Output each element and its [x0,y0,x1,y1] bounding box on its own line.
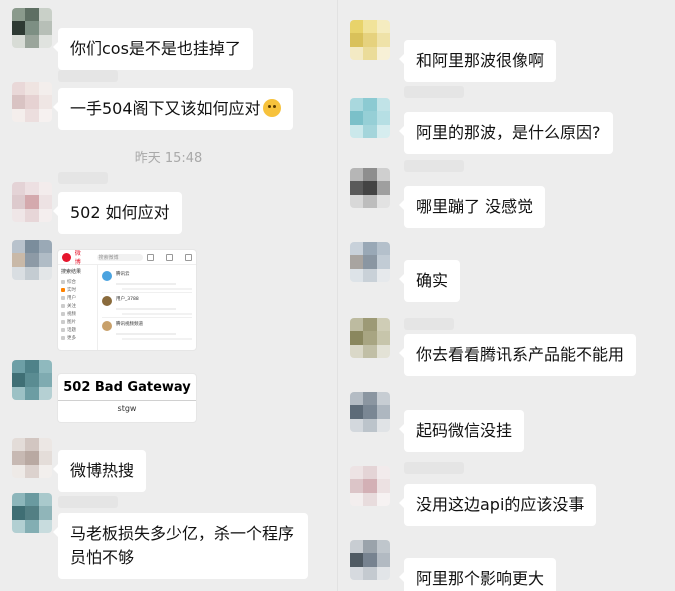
message-bubble[interactable]: 马老板损失多少亿，杀一个程序员怕不够 [53,513,308,579]
weibo-sidebar: 搜索结果 综合 实时 用户 关注 视频 图片 话题 更多 [58,265,98,350]
chat-pane-right: 和阿里那波很像啊 阿里的那波，是什么原因? 哪里蹦了 没感觉 确实 你去看看腾讯… [337,0,675,591]
message-bubble[interactable]: 和阿里那波很像啊 [398,40,557,82]
sender-name [58,70,118,82]
message-bubble[interactable]: 没用这边api的应该没事 [398,484,597,526]
message-text: 一手504阁下又该如何应对 [70,99,261,118]
message-bubble[interactable]: 502 如何应对 [53,192,182,234]
avatar[interactable] [350,168,390,208]
home-icon [147,253,155,261]
sender-name [404,86,464,98]
message-text: 起码微信没挂 [416,421,513,440]
message-bubble[interactable]: 你们cos是不是也挂掉了 [53,28,253,70]
weibo-side-item: 话题 [67,328,76,333]
weibo-post: 腾讯云 [102,268,192,293]
avatar[interactable] [350,98,390,138]
message-text: 微博热搜 [70,461,135,480]
weibo-logo-text: 微博 [74,250,81,266]
weibo-feed: 腾讯云 用户_3788 腾讯视频频道 [102,268,192,348]
avatar[interactable] [350,540,390,580]
avatar[interactable] [12,438,52,478]
message-bubble[interactable]: 确实 [398,260,461,302]
error-subtitle: stgw [117,404,137,413]
weibo-logo-icon [62,252,71,262]
message-bubble[interactable]: 起码微信没挂 [398,410,525,452]
message-text: 阿里的那波，是什么原因? [416,123,601,142]
avatar[interactable] [350,392,390,432]
avatar[interactable] [350,20,390,60]
message-text: 阿里那个影响更大 [416,569,545,588]
chat-pane-left: 你们cos是不是也挂掉了 一手504阁下又该如何应对 昨天 15:48 502 … [0,0,337,591]
avatar[interactable] [12,493,52,533]
weibo-side-item: 实时 [67,288,76,293]
cat-emoji-icon [262,99,281,117]
weibo-screenshot-image[interactable]: 微博 搜索微博 搜索结果 综合 实时 用户 关注 视频 图片 话题 更多 腾讯云 [58,250,196,350]
weibo-side-item: 综合 [67,280,76,285]
message-text: 和阿里那波很像啊 [416,51,545,70]
message-text: 你们cos是不是也挂掉了 [70,39,241,58]
weibo-side-item: 用户 [67,296,76,301]
message-icon [166,253,174,261]
weibo-sidebar-title: 搜索结果 [61,269,82,275]
weibo-side-item: 关注 [67,304,76,309]
weibo-side-item: 更多 [67,336,76,341]
sender-name [58,496,118,508]
avatar[interactable] [350,242,390,282]
message-bubble[interactable]: 一手504阁下又该如何应对 [53,88,293,130]
message-text: 没用这边api的应该没事 [416,495,585,514]
message-bubble[interactable]: 哪里蹦了 没感觉 [398,186,546,228]
divider [58,400,196,401]
avatar[interactable] [12,240,52,280]
sender-name [58,172,108,184]
weibo-search-box: 搜索微博 [96,253,144,261]
avatar[interactable] [12,82,52,122]
weibo-side-item: 视频 [67,312,76,317]
message-text: 哪里蹦了 没感觉 [416,197,534,216]
cloud-avatar-icon [102,271,112,281]
weibo-side-item: 图片 [67,320,76,325]
message-bubble[interactable]: 阿里的那波，是什么原因? [399,112,613,154]
message-bubble[interactable]: 微博热搜 [52,450,147,492]
weibo-post: 用户_3788 [102,293,192,318]
user-avatar-icon [102,321,112,331]
user-avatar-icon [102,296,112,306]
message-bubble[interactable]: 你去看看腾讯系产品能不能用 [398,334,637,376]
message-text: 502 如何应对 [70,203,170,222]
message-bubble[interactable]: 阿里那个影响更大 [398,558,557,591]
avatar[interactable] [350,318,390,358]
weibo-post: 腾讯视频频道 [102,318,192,342]
sender-name [404,318,454,330]
weibo-post-author: 用户_3788 [116,297,139,302]
settings-icon [185,253,192,261]
message-text: 你去看看腾讯系产品能不能用 [416,345,625,364]
avatar[interactable] [12,182,52,222]
timestamp: 昨天 15:48 [134,151,203,166]
avatar[interactable] [350,466,390,506]
error-title: 502 Bad Gateway [63,380,191,395]
weibo-post-author: 腾讯视频频道 [116,322,143,327]
avatar[interactable] [12,360,52,400]
weibo-header: 微博 搜索微博 [58,250,196,266]
avatar[interactable] [12,8,52,48]
error-screenshot-image[interactable]: 502 Bad Gateway stgw [58,374,196,422]
message-text: 确实 [416,271,449,290]
sender-name [404,160,464,172]
weibo-post-author: 腾讯云 [116,272,130,277]
sender-name [404,462,464,474]
message-text: 马老板损失多少亿，杀一个程序员怕不够 [70,524,295,567]
